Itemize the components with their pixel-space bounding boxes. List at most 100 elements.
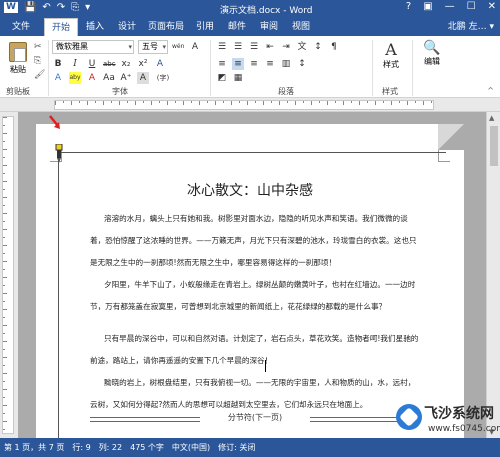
tab-design[interactable]: 设计	[112, 18, 142, 36]
status-bar: 第 1 页，共 7 页 行: 9 列: 22 475 个字 中文(中国) 修订:…	[0, 438, 500, 457]
language[interactable]: 中文(中国)	[172, 442, 210, 453]
status-items: 第 1 页，共 7 页 行: 9 列: 22 475 个字 中文(中国) 修订:…	[4, 442, 255, 453]
ruler-tick	[431, 101, 432, 103]
page-count[interactable]: 第 1 页，共 7 页	[4, 442, 64, 453]
enclose-char-icon[interactable]: (字)	[154, 72, 172, 84]
superscript-icon[interactable]: x²	[137, 58, 149, 70]
tab-file[interactable]: 文件	[0, 18, 42, 36]
undo-icon[interactable]: ↶	[42, 2, 50, 13]
tab-references[interactable]: 引用	[190, 18, 220, 36]
redo-icon[interactable]: ↷	[57, 2, 65, 13]
new-doc-icon[interactable]: ⎘	[71, 2, 79, 13]
italic-icon[interactable]: I	[69, 58, 81, 70]
justify-icon[interactable]: ≡	[264, 58, 276, 70]
font-row-1: wén A	[172, 41, 201, 53]
tab-home[interactable]: 开始	[44, 18, 78, 36]
tab-mailings[interactable]: 邮件	[222, 18, 252, 36]
numbering-icon[interactable]: ☰	[232, 41, 244, 53]
strikethrough-icon[interactable]: abc	[103, 58, 116, 70]
styles-button[interactable]: A 样式	[378, 40, 404, 82]
font-color-icon[interactable]: A	[86, 72, 98, 84]
horizontal-ruler[interactable]	[54, 100, 434, 110]
bold-icon[interactable]: B	[52, 58, 64, 70]
save-icon[interactable]: 💾	[24, 2, 36, 13]
format-painter-icon[interactable]: 🖌	[34, 70, 45, 80]
align-left-icon[interactable]: ≡	[216, 58, 228, 70]
bullets-icon[interactable]: ☰	[216, 41, 228, 53]
ruler-tick	[3, 277, 7, 278]
ruler-tick	[351, 101, 352, 103]
font-size-select[interactable]: 五号 ▾	[138, 40, 168, 54]
borders-icon[interactable]: ▦	[232, 72, 244, 84]
help-button[interactable]: ?	[406, 1, 411, 12]
ruler-tick	[335, 101, 336, 103]
copy-icon[interactable]: ⎘	[34, 56, 45, 66]
decrease-indent-icon[interactable]: ⇤	[264, 41, 276, 53]
chinese-layout-icon[interactable]: 文	[296, 41, 308, 53]
tab-page-layout[interactable]: 页面布局	[144, 18, 188, 36]
scroll-up-icon[interactable]: ▲	[489, 114, 494, 122]
grow-font-icon[interactable]: A⁺	[120, 72, 132, 84]
ruler-tick	[311, 101, 312, 105]
distributed-icon[interactable]: ▥	[280, 58, 292, 70]
customize-dropdown-icon[interactable]: ▾	[85, 2, 90, 13]
vertical-ruler[interactable]	[2, 116, 14, 434]
sort-icon[interactable]: ↕	[312, 41, 324, 53]
tab-review[interactable]: 审阅	[254, 18, 284, 36]
maximize-button[interactable]: ☐	[467, 1, 476, 12]
ruler-tick	[391, 101, 392, 105]
underline-icon[interactable]: U	[86, 58, 98, 70]
text-effects-icon[interactable]: A	[52, 72, 64, 84]
paste-button[interactable]: 粘贴	[4, 40, 32, 84]
ruler-tick	[3, 269, 5, 270]
ruler-tick	[55, 101, 56, 105]
word-count[interactable]: 475 个字	[130, 442, 164, 453]
close-button[interactable]: ✕	[488, 1, 496, 12]
user-account[interactable]: 北鹏 左… ▾	[448, 18, 494, 36]
ruler-tick	[3, 125, 5, 126]
ruler-tick	[3, 165, 7, 166]
editing-button[interactable]: 🔍 编辑	[418, 40, 446, 82]
clipboard-tools: ✂ ⎘ 🖌	[34, 42, 45, 80]
char-shading-icon[interactable]: A	[137, 72, 149, 84]
change-case-icon[interactable]: Aa	[103, 72, 115, 84]
ruler-tick	[3, 349, 5, 350]
clear-format-icon[interactable]: A	[189, 41, 201, 53]
tab-view[interactable]: 视图	[286, 18, 316, 36]
group-divider	[48, 40, 49, 96]
ruler-tick	[199, 101, 200, 105]
ruler-tick	[3, 245, 7, 246]
vertical-scrollbar[interactable]: ▲ ▼	[486, 112, 500, 438]
shading-icon[interactable]: ◩	[216, 72, 228, 84]
document-page[interactable]: 冰心散文：山中杂感 溶溶的水月，螭头上只有她和我。树影里对面水边，隐隐的听见水声…	[36, 124, 464, 438]
minimize-button[interactable]: —	[445, 1, 455, 12]
red-arrow-icon	[49, 115, 60, 129]
font-name-select[interactable]: 微软雅黑 ▾	[52, 40, 134, 54]
chevron-down-icon: ▾	[162, 43, 166, 51]
ruler-tick	[63, 101, 64, 103]
ruler-tick	[319, 101, 320, 103]
multilevel-list-icon[interactable]: ☰	[248, 41, 260, 53]
track-changes[interactable]: 修订: 关闭	[218, 442, 255, 453]
align-right-icon[interactable]: ≡	[248, 58, 260, 70]
line-spacing-icon[interactable]: ↕	[296, 58, 308, 70]
scroll-thumb[interactable]	[490, 126, 498, 166]
ruler-tick	[3, 157, 5, 158]
highlight-icon[interactable]: aby	[69, 72, 81, 84]
collapse-ribbon-icon[interactable]: ^	[487, 86, 494, 95]
tab-insert[interactable]: 插入	[80, 18, 110, 36]
cut-icon[interactable]: ✂	[34, 42, 45, 52]
ruler-tick	[383, 101, 384, 103]
ribbon-display-button[interactable]: ▣	[423, 1, 432, 12]
subscript-icon[interactable]: x₂	[120, 58, 132, 70]
phonetic-guide-icon[interactable]: wén	[172, 41, 184, 53]
ruler-tick	[3, 189, 5, 190]
group-divider	[372, 40, 373, 96]
show-marks-icon[interactable]: ¶	[328, 41, 340, 53]
increase-indent-icon[interactable]: ⇥	[280, 41, 292, 53]
watermark-url: www.fs0745.com	[428, 424, 500, 434]
font-name-value: 微软雅黑	[56, 42, 88, 51]
align-center-icon[interactable]: ≡	[232, 58, 244, 70]
quick-access-toolbar: W 💾 ↶ ↷ ⎘ ▾	[4, 2, 90, 13]
text-effects-icon[interactable]: A	[154, 58, 166, 70]
